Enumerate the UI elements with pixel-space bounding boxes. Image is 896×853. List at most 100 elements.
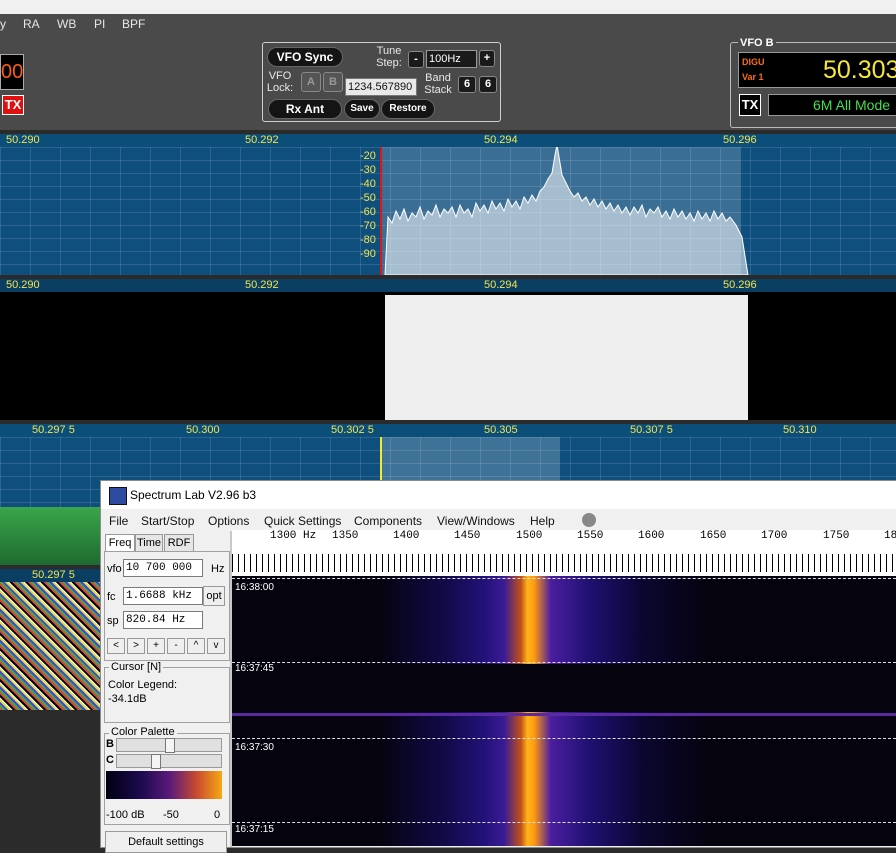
nav-up-button[interactable]: ^ xyxy=(187,638,205,654)
nav-down-button[interactable]: v xyxy=(207,638,225,654)
time-marker-line xyxy=(232,578,896,579)
restore-button[interactable]: Restore xyxy=(381,99,435,119)
brightness-slider[interactable] xyxy=(116,738,222,753)
pan1-freq-label: 50.294 xyxy=(484,134,518,146)
panadapter1-spectrum[interactable]: -20 -30 -40 -50 -60 -70 -80 -90 xyxy=(0,147,896,275)
vfo-lock-a-button[interactable]: A xyxy=(301,72,321,92)
pan1-freq-label: 50.292 xyxy=(245,134,279,146)
fc-label: fc xyxy=(107,591,116,603)
spectrum-lab-titlebar[interactable]: Spectrum Lab V2.96 b3 xyxy=(101,481,896,509)
top-window-strip xyxy=(0,0,896,15)
pan3-freq-label: 50.305 xyxy=(484,424,518,436)
band-stack-button-2[interactable]: 6 xyxy=(479,76,497,93)
vfo-input[interactable]: 10 700 000 xyxy=(123,559,203,577)
contrast-slider[interactable] xyxy=(116,754,222,769)
pan2-freq-label: 50.290 xyxy=(6,279,40,291)
save-button[interactable]: Save xyxy=(344,99,380,119)
vfo-sync-button[interactable]: VFO Sync xyxy=(267,47,343,67)
menu-item-pi[interactable]: PI xyxy=(94,17,105,31)
vfo-lock-label: VFO Lock: xyxy=(266,70,294,94)
ruler-label: 1650 xyxy=(700,530,727,542)
stop-indicator-icon[interactable] xyxy=(582,513,596,527)
panadapter2-waterfall[interactable] xyxy=(0,292,896,420)
menu-item-wb[interactable]: WB xyxy=(57,17,76,31)
sdr-menu-bar: y RA WB PI BPF xyxy=(0,14,896,36)
brightness-slider-thumb[interactable] xyxy=(165,738,175,753)
color-palette-title: Color Palette xyxy=(109,726,177,738)
vfo-a-tx-button[interactable]: TX xyxy=(2,95,24,115)
pan2-freq-label: 50.296 xyxy=(723,279,757,291)
panadapter1-freq-bar: 50.290 50.292 50.294 50.296 xyxy=(0,134,896,147)
tune-step-minus[interactable]: - xyxy=(408,51,424,68)
tab-rdf[interactable]: RDF xyxy=(164,534,194,552)
waterfall-passband xyxy=(385,295,748,420)
color-legend-label: Color Legend: xyxy=(108,679,178,691)
menu-components[interactable]: Components xyxy=(354,514,422,528)
time-marker-line xyxy=(232,738,896,739)
ruler-label: 1500 xyxy=(516,530,543,542)
menu-options[interactable]: Options xyxy=(208,514,249,528)
vfo-b-display[interactable]: DIGU Var 1 50.303 xyxy=(738,52,896,88)
spectrum-waterfall[interactable]: 16:38:00 16:37:45 16:37:30 16:37:15 xyxy=(232,576,896,846)
contrast-slider-thumb[interactable] xyxy=(151,754,161,769)
tune-step-value[interactable]: 100Hz xyxy=(426,50,477,68)
pan2-freq-label: 50.294 xyxy=(484,279,518,291)
tab-time[interactable]: Time xyxy=(135,534,163,552)
spectrum-lab-title: Spectrum Lab V2.96 b3 xyxy=(130,488,257,502)
vfo-b-tx-button[interactable]: TX xyxy=(739,94,761,116)
waterfall-timestamp: 16:37:30 xyxy=(235,742,274,753)
vfo-b-mode: DIGU xyxy=(742,57,765,67)
default-settings-button[interactable]: Default settings xyxy=(105,831,227,853)
tune-step-plus[interactable]: + xyxy=(479,50,495,67)
waterfall-timestamp: 16:37:15 xyxy=(235,824,274,835)
menu-item-y[interactable]: y xyxy=(0,17,6,31)
waterfall-timestamp: 16:37:45 xyxy=(235,663,274,674)
nav-left-button[interactable]: < xyxy=(107,638,125,654)
menu-item-bpf[interactable]: BPF xyxy=(122,17,145,31)
sp-label: sp xyxy=(107,615,119,627)
menu-file[interactable]: File xyxy=(109,514,128,528)
zoom-in-button[interactable]: + xyxy=(147,638,165,654)
vfo-b-var: Var 1 xyxy=(742,72,764,82)
fc-input[interactable]: 1.6688 kHz xyxy=(123,587,203,605)
vfo-b-freq: 50.303 xyxy=(823,56,896,84)
vfo-freq-field[interactable]: 1234.567890 xyxy=(345,78,417,96)
menu-quick-settings[interactable]: Quick Settings xyxy=(264,514,341,528)
menu-start-stop[interactable]: Start/Stop xyxy=(141,514,194,528)
menu-item-ra[interactable]: RA xyxy=(23,17,40,31)
band-stack-button-1[interactable]: 6 xyxy=(458,76,476,93)
pan1-freq-label: 50.296 xyxy=(723,134,757,146)
palette-scale-min: -100 dB xyxy=(106,809,145,821)
db-label: -90 xyxy=(360,248,376,260)
pan2-freq-label: 50.292 xyxy=(245,279,279,291)
zoom-out-button[interactable]: - xyxy=(167,638,185,654)
cursor-group-title: Cursor [N] xyxy=(109,661,164,673)
tune-step-label: Tune Step: xyxy=(376,45,402,69)
pan1-freq-label: 50.290 xyxy=(6,134,40,146)
ruler-label: 1400 xyxy=(393,530,420,542)
fc-options-button[interactable]: opt xyxy=(203,586,225,606)
sp-input[interactable]: 820.84 Hz xyxy=(123,611,203,629)
ruler-label: 18 xyxy=(884,530,896,542)
ruler-label: 1550 xyxy=(577,530,604,542)
spectrum-lab-app-icon xyxy=(109,487,127,505)
panadapter3-freq-bar: 50.297 5 50.300 50.302 5 50.305 50.307 5… xyxy=(0,424,896,437)
frequency-ruler[interactable]: 1300 Hz 1350 1400 1450 1500 1550 1600 16… xyxy=(232,530,896,576)
db-label: -80 xyxy=(360,234,376,246)
nav-right-button[interactable]: > xyxy=(127,638,145,654)
tab-freq[interactable]: Freq xyxy=(105,534,135,551)
rx-ant-button[interactable]: Rx Ant xyxy=(268,99,342,119)
pan3-freq-label: 50.310 xyxy=(783,424,817,436)
time-marker-line xyxy=(232,662,896,663)
menu-view-windows[interactable]: View/Windows xyxy=(437,514,515,528)
waterfall-timestamp: 16:38:00 xyxy=(235,582,274,593)
panadapter4-waterfall[interactable] xyxy=(0,582,100,710)
pan3-freq-label: 50.307 5 xyxy=(630,424,673,436)
ruler-label: 1350 xyxy=(332,530,359,542)
vfo-b-band-display: 6M All Mode xyxy=(768,94,896,116)
menu-help[interactable]: Help xyxy=(530,514,555,528)
band-stack-label: Band Stack xyxy=(424,72,452,96)
ruler-label: 1300 Hz xyxy=(270,530,317,542)
panadapter4-freq-bar: 50.297 5 xyxy=(0,569,100,582)
vfo-lock-b-button[interactable]: B xyxy=(323,72,343,92)
